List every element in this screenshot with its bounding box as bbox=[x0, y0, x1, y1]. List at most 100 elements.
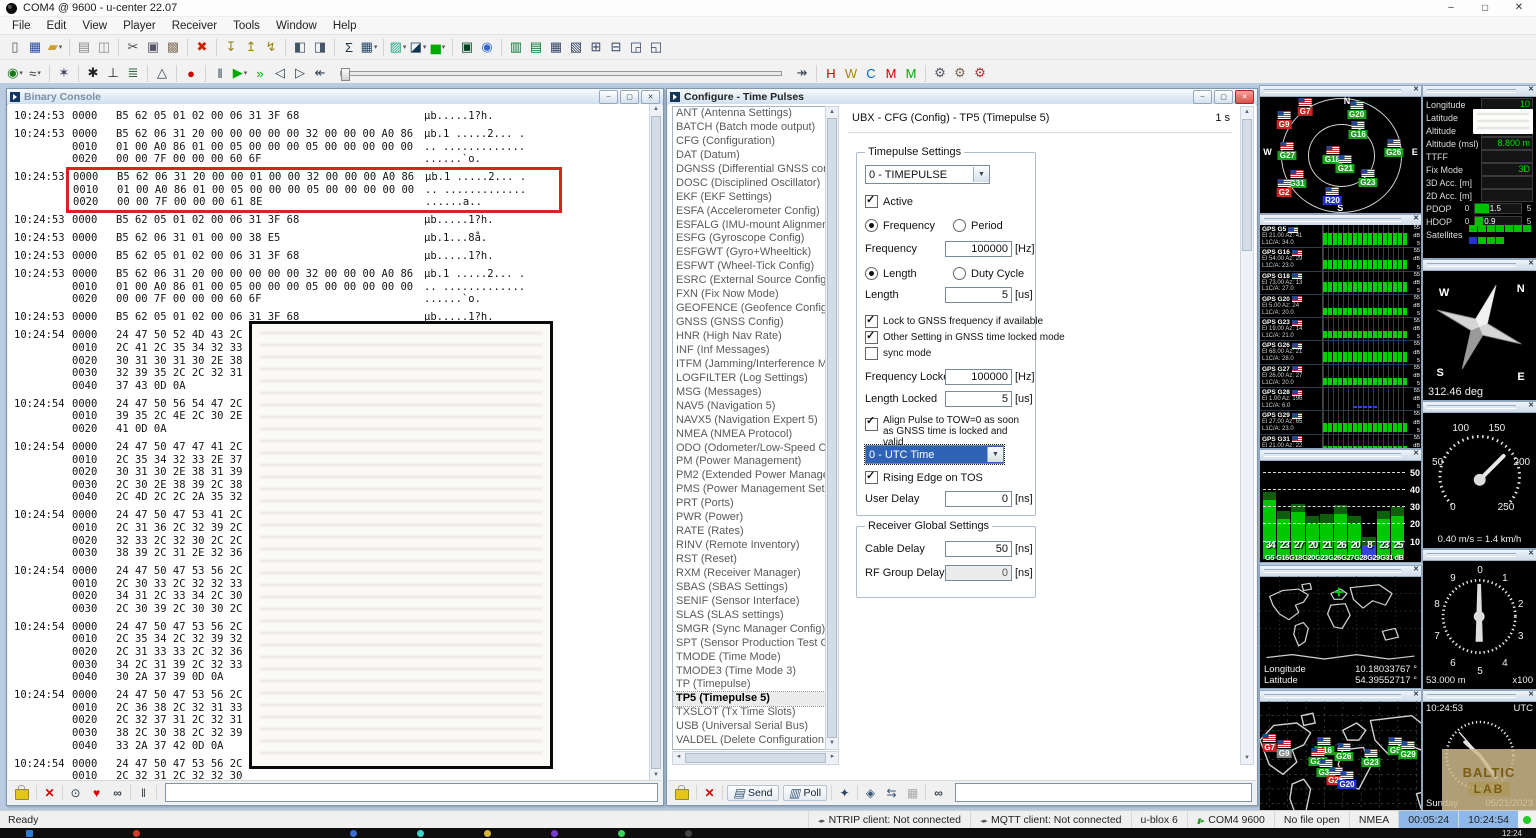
close-icon[interactable] bbox=[1413, 85, 1419, 93]
pause-icon[interactable]: ‖ bbox=[210, 63, 230, 83]
firmware-icon[interactable]: ⚙ bbox=[930, 63, 950, 83]
checkbox-icon[interactable] bbox=[865, 469, 878, 484]
tools-icon[interactable]: ⚙ bbox=[970, 63, 990, 83]
config-list-item[interactable]: DOSC (Disciplined Oscillator) bbox=[673, 177, 825, 191]
minimize-icon[interactable] bbox=[1434, 0, 1468, 16]
scroll-thumb[interactable] bbox=[685, 753, 826, 763]
config-list-item[interactable]: RXM (Receiver Manager) bbox=[673, 567, 825, 581]
wizard-icon[interactable] bbox=[836, 784, 853, 801]
receiver-type[interactable]: u-blox 6 bbox=[1130, 811, 1187, 829]
menu-file[interactable]: File bbox=[4, 19, 39, 33]
start-icon[interactable] bbox=[26, 829, 33, 837]
save-icon[interactable]: ▦ bbox=[25, 37, 45, 57]
maximize-icon[interactable] bbox=[1468, 0, 1502, 16]
scroll-down-icon[interactable]: ▼ bbox=[826, 738, 838, 749]
config-list-item[interactable]: ESFWT (Wheel-Tick Config) bbox=[673, 260, 825, 274]
config-list-item[interactable]: ESFGWT (Gyro+Wheeltick) bbox=[673, 246, 825, 260]
mqtt-status[interactable]: MQTT client: Not connected bbox=[969, 811, 1131, 829]
snapshot-icon[interactable]: ◲ bbox=[626, 37, 646, 57]
messages-view-icon[interactable]: ▦ bbox=[546, 37, 566, 57]
config-list-item[interactable]: ANT (Antenna Settings) bbox=[673, 107, 825, 121]
split-vertical-icon[interactable]: ◨ bbox=[310, 37, 330, 57]
minimize-icon[interactable] bbox=[1193, 89, 1212, 104]
lock-icon[interactable] bbox=[675, 785, 689, 800]
fast-forward-icon[interactable]: » bbox=[250, 63, 270, 83]
connection-icon[interactable]: ◉ bbox=[5, 63, 25, 83]
config-list-item[interactable]: ESFG (Gyroscope Config) bbox=[673, 232, 825, 246]
play-icon[interactable]: ▶ bbox=[230, 63, 250, 83]
checkbox-icon[interactable] bbox=[865, 193, 878, 208]
checkbox-icon[interactable] bbox=[865, 329, 878, 344]
poll-button[interactable]: Poll bbox=[782, 784, 828, 801]
config-list-item[interactable]: SMGR (Sync Manager Config) bbox=[673, 623, 825, 637]
menu-receiver[interactable]: Receiver bbox=[164, 19, 225, 33]
import-new-icon[interactable]: ↯ bbox=[261, 37, 281, 57]
scroll-thumb[interactable] bbox=[827, 118, 837, 738]
clear-icon[interactable] bbox=[701, 784, 718, 801]
chevron-down-icon[interactable]: ▼ bbox=[973, 167, 989, 182]
paste-icon[interactable]: ▩ bbox=[163, 37, 183, 57]
config-list-item[interactable]: MSG (Messages) bbox=[673, 386, 825, 400]
configure-view-icon[interactable]: ▧ bbox=[566, 37, 586, 57]
new-file-icon[interactable]: ▯ bbox=[5, 37, 25, 57]
panel-scrollbar[interactable]: ▲ ▼ bbox=[1240, 106, 1254, 765]
warmstart-icon[interactable]: W bbox=[841, 63, 861, 83]
list-scrollbar[interactable]: ▲ ▼ bbox=[825, 106, 839, 750]
user-delay-field[interactable]: 0 bbox=[945, 491, 1012, 507]
config-list-item[interactable]: PM (Power Management) bbox=[673, 455, 825, 469]
config-list-item[interactable]: SPT (Sensor Production Test Config bbox=[673, 637, 825, 651]
config-list-item[interactable]: TP (Timepulse) bbox=[673, 678, 825, 692]
autobaud-icon[interactable]: ✶ bbox=[54, 63, 74, 83]
config-list-item[interactable]: GNSS (GNSS Config) bbox=[673, 316, 825, 330]
timepulse-select[interactable]: 0 - TIMEPULSE ▼ bbox=[865, 165, 990, 184]
map-view-icon[interactable]: ▨ bbox=[388, 37, 408, 57]
signal-config-icon[interactable]: ≣ bbox=[123, 63, 143, 83]
length-locked-field[interactable]: 5 bbox=[945, 391, 1012, 407]
package-icon[interactable]: ⚙ bbox=[950, 63, 970, 83]
close-icon[interactable] bbox=[1235, 89, 1254, 104]
frequency-locked-field[interactable]: 100000 bbox=[945, 369, 1012, 385]
checkbox-icon[interactable] bbox=[865, 313, 878, 328]
frequency-radio[interactable]: Frequency bbox=[865, 219, 935, 232]
taskbar-icon[interactable] bbox=[133, 829, 140, 837]
windows-taskbar[interactable]: 12:24 bbox=[0, 828, 1536, 838]
frequency-field[interactable]: 100000 bbox=[945, 241, 1012, 257]
config-list-item[interactable]: EKF (EKF Settings) bbox=[673, 191, 825, 205]
cut-icon[interactable]: ✂ bbox=[123, 37, 143, 57]
log-to-pc-icon[interactable] bbox=[67, 784, 84, 801]
transfer-config-icon[interactable] bbox=[883, 784, 900, 801]
config-list-item[interactable]: SBAS (SBAS Settings) bbox=[673, 581, 825, 595]
skip-end-icon[interactable]: ↠ bbox=[792, 63, 812, 83]
radio-icon[interactable] bbox=[953, 267, 966, 280]
minimize-icon[interactable] bbox=[599, 89, 618, 104]
taskbar-icon[interactable] bbox=[685, 829, 692, 837]
config-list-item[interactable]: HNR (High Nav Rate) bbox=[673, 330, 825, 344]
config-list-item[interactable]: BATCH (Batch mode output) bbox=[673, 121, 825, 135]
config-list-item[interactable]: RST (Reset) bbox=[673, 553, 825, 567]
config-list-item[interactable]: LOGFILTER (Log Settings) bbox=[673, 372, 825, 386]
checkbox-icon[interactable] bbox=[865, 416, 878, 431]
clear-console-icon[interactable] bbox=[41, 784, 58, 801]
length-radio[interactable]: Length bbox=[865, 267, 917, 280]
ntrip-status[interactable]: NTRIP client: Not connected bbox=[807, 811, 970, 829]
sky-view-icon[interactable]: ◉ bbox=[477, 37, 497, 57]
menu-tools[interactable]: Tools bbox=[225, 19, 268, 33]
close-icon[interactable] bbox=[1413, 214, 1419, 222]
config-list-item[interactable]: TMODE (Time Mode) bbox=[673, 651, 825, 665]
dock-icon[interactable]: ◱ bbox=[646, 37, 666, 57]
checkbox-icon[interactable] bbox=[865, 347, 878, 360]
config-list-item[interactable]: NAV5 (Navigation 5) bbox=[673, 400, 825, 414]
com-port-status[interactable]: COM4 9600 bbox=[1186, 811, 1274, 829]
cable-delay-field[interactable]: 50 bbox=[945, 541, 1012, 557]
step-back-icon[interactable]: ◁ bbox=[270, 63, 290, 83]
config-list-item[interactable]: CFG (Configuration) bbox=[673, 135, 825, 149]
active-checkbox[interactable]: Active bbox=[865, 193, 913, 208]
config-list-item[interactable]: PM2 (Extended Power Managemen bbox=[673, 469, 825, 483]
configure-filter-input[interactable] bbox=[955, 783, 1252, 802]
record-icon[interactable]: ● bbox=[181, 63, 201, 83]
config-list-item[interactable]: GEOFENCE (Geofence Config) bbox=[673, 302, 825, 316]
taskbar-icon[interactable] bbox=[618, 829, 625, 837]
config-list-item[interactable]: USB (Universal Serial Bus) bbox=[673, 720, 825, 734]
packet-console-icon[interactable]: ▥ bbox=[506, 37, 526, 57]
text-console-icon[interactable]: ▤ bbox=[526, 37, 546, 57]
